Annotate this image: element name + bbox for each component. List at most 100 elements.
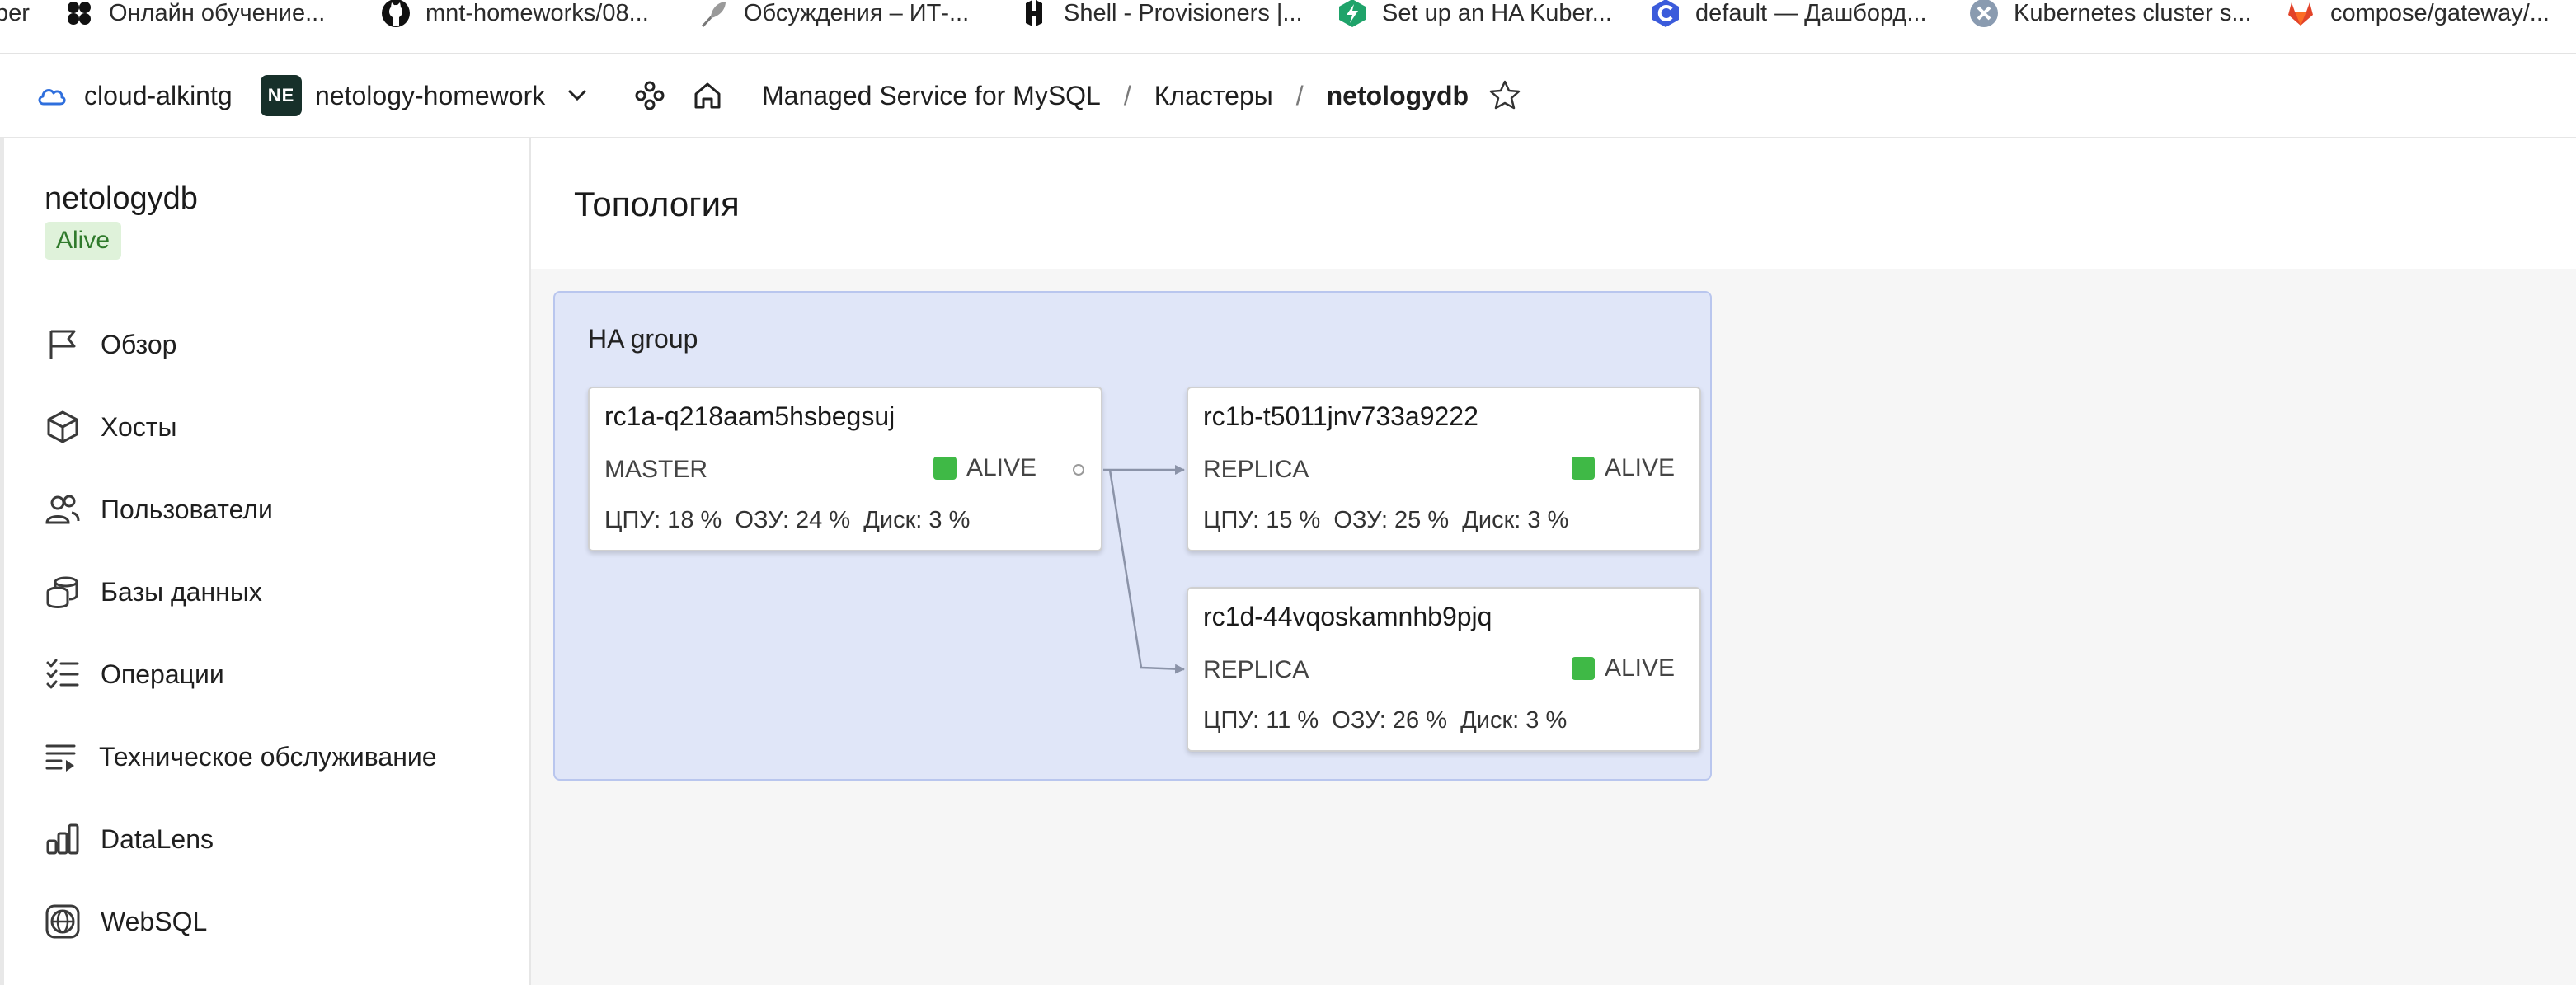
sidebar-item-label: Техническое обслуживание [99, 741, 437, 772]
bookmark-compose-gateway[interactable]: compose/gateway/... [2286, 0, 2550, 26]
folder-selector[interactable]: NE netology-homework [261, 54, 590, 137]
status-indicator-icon [933, 457, 957, 480]
sidebar-edge [0, 138, 4, 985]
bookmark-label: Set up an HA Kuber... [1382, 0, 1612, 26]
bookmark-ha-kuber[interactable]: Set up an HA Kuber... [1337, 0, 1612, 28]
gitlab-icon [2286, 0, 2315, 28]
kube-x-icon [1969, 0, 1999, 28]
sidebar-item-datalens[interactable]: DataLens [43, 814, 214, 864]
bookmark-label: Онлайн обучение... [109, 0, 326, 26]
host-name: rc1a-q218aam5hsbegsuj [604, 401, 895, 431]
host-name: rc1b-t5011jnv733a9222 [1203, 401, 1478, 431]
breadcrumb: Managed Service for MySQL / Кластеры / n… [762, 54, 1521, 137]
sidebar-item-websql[interactable]: WebSQL [43, 897, 207, 946]
github-icon [381, 0, 411, 28]
cube-icon [43, 407, 82, 447]
host-node-replica[interactable]: rc1b-t5011jnv733a9222 REPLICA ALIVE ЦПУ:… [1187, 387, 1701, 551]
sidebar-item-users[interactable]: Пользователи [43, 485, 273, 534]
bookmark-partial[interactable]: per [0, 0, 30, 26]
flag-icon [43, 325, 82, 364]
bookmark-label: Kubernetes cluster s... [2014, 0, 2252, 26]
hashicorp-icon [1019, 0, 1049, 28]
feather-icon [699, 0, 729, 28]
sidebar-item-label: WebSQL [101, 906, 208, 936]
folder-avatar: NE [261, 75, 302, 116]
host-status: ALIVE [1571, 654, 1675, 682]
host-node-replica[interactable]: rc1d-44vqoskamnhb9pjq REPLICA ALIVE ЦПУ:… [1187, 587, 1701, 752]
sidebar-item-label: DataLens [101, 823, 214, 854]
sidebar-item-overview[interactable]: Обзор [43, 320, 176, 369]
ha-group: HA group rc1a-q218aam5hsbegsuj MASTER AL… [553, 291, 1712, 781]
breadcrumb-separator: / [1123, 80, 1131, 110]
sidebar-item-label: Пользователи [101, 494, 273, 524]
connection-port-icon [1073, 464, 1084, 476]
host-status: ALIVE [933, 454, 1037, 482]
sidebar: netologydb Alive Обзор Хосты Пользовател… [0, 138, 531, 985]
sidebar-item-hosts[interactable]: Хосты [43, 402, 176, 452]
host-status: ALIVE [1571, 454, 1675, 482]
bookmark-label: mnt-homeworks/08... [425, 0, 649, 26]
bookmark-label: default — Дашборд... [1695, 0, 1927, 26]
star-icon[interactable] [1488, 79, 1521, 112]
services-icon [633, 79, 666, 112]
bookmark-label: per [0, 0, 30, 26]
host-role: MASTER [604, 456, 708, 483]
status-badge: Alive [45, 222, 122, 260]
host-status-label: ALIVE [966, 454, 1037, 481]
sidebar-item-label: Базы данных [101, 576, 262, 607]
bookmarks-bar: per Онлайн обучение... mnt-homeworks/08.… [0, 0, 2576, 54]
sidebar-item-maintenance[interactable]: Техническое обслуживание [41, 732, 437, 781]
host-metrics: ЦПУ: 18 % ОЗУ: 24 % Диск: 3 % [604, 507, 971, 533]
bar-chart-icon [43, 819, 82, 859]
breadcrumb-clusters[interactable]: Кластеры [1154, 81, 1273, 111]
host-metrics: ЦПУ: 15 % ОЗУ: 25 % Диск: 3 % [1203, 507, 1569, 533]
host-metrics: ЦПУ: 11 % ОЗУ: 26 % Диск: 3 % [1203, 707, 1568, 734]
ha-group-label: HA group [588, 324, 698, 354]
checklist-icon [43, 654, 82, 694]
maintenance-list-icon [41, 737, 81, 776]
globe-icon [43, 902, 82, 941]
bookmark-obsuzhdeniya[interactable]: Обсуждения – ИТ-... [699, 0, 970, 28]
host-name: rc1d-44vqoskamnhb9pjq [1203, 602, 1492, 631]
app-header: cloud-alkintg NE netology-homework Manag… [0, 54, 2576, 138]
users-icon [43, 490, 82, 529]
folder-name: netology-homework [315, 80, 546, 110]
host-role: REPLICA [1203, 456, 1309, 483]
cluster-name: netologydb [45, 181, 198, 216]
host-node-master[interactable]: rc1a-q218aam5hsbegsuj MASTER ALIVE ЦПУ: … [588, 387, 1102, 551]
host-role: REPLICA [1203, 656, 1309, 683]
sidebar-item-databases[interactable]: Базы данных [43, 567, 262, 617]
bookmark-default-dashboard[interactable]: default — Дашборд... [1651, 0, 1927, 28]
kube-bolt-icon [1337, 0, 1367, 28]
cloud-icon [35, 79, 68, 112]
status-indicator-icon [1571, 457, 1595, 480]
cloud-selector[interactable]: cloud-alkintg [35, 54, 233, 137]
databases-icon [43, 572, 82, 612]
bookmark-kubernetes-cluster[interactable]: Kubernetes cluster s... [1969, 0, 2252, 28]
page-title: Топология [574, 185, 740, 223]
status-indicator-icon [1571, 657, 1595, 680]
bookmark-label: Shell - Provisioners |... [1064, 0, 1303, 26]
bookmark-shell-provisioners[interactable]: Shell - Provisioners |... [1019, 0, 1303, 26]
home-icon [691, 79, 724, 112]
breadcrumb-current: netologydb [1326, 80, 1469, 110]
services-button[interactable] [633, 54, 666, 137]
main-header: Топология [531, 138, 2576, 269]
cloud-name: cloud-alkintg [84, 80, 233, 110]
bookmark-label: Обсуждения – ИТ-... [744, 0, 970, 26]
flower-icon [64, 0, 94, 28]
host-status-label: ALIVE [1604, 454, 1675, 481]
chevron-down-icon [565, 83, 590, 108]
sidebar-item-label: Операции [101, 659, 224, 689]
sidebar-item-operations[interactable]: Операции [43, 650, 224, 699]
sidebar-item-label: Обзор [101, 329, 177, 359]
bookmark-onlain-obuchenie[interactable]: Онлайн обучение... [64, 0, 325, 26]
c-logo-icon [1651, 0, 1681, 28]
bookmark-label: compose/gateway/... [2330, 0, 2550, 26]
home-button[interactable] [691, 54, 724, 137]
bookmark-mnt-homeworks[interactable]: mnt-homeworks/08... [381, 0, 649, 28]
sidebar-item-label: Хосты [101, 411, 177, 442]
breadcrumb-separator: / [1295, 80, 1304, 110]
breadcrumb-service[interactable]: Managed Service for MySQL [762, 81, 1101, 111]
host-status-label: ALIVE [1604, 654, 1675, 682]
